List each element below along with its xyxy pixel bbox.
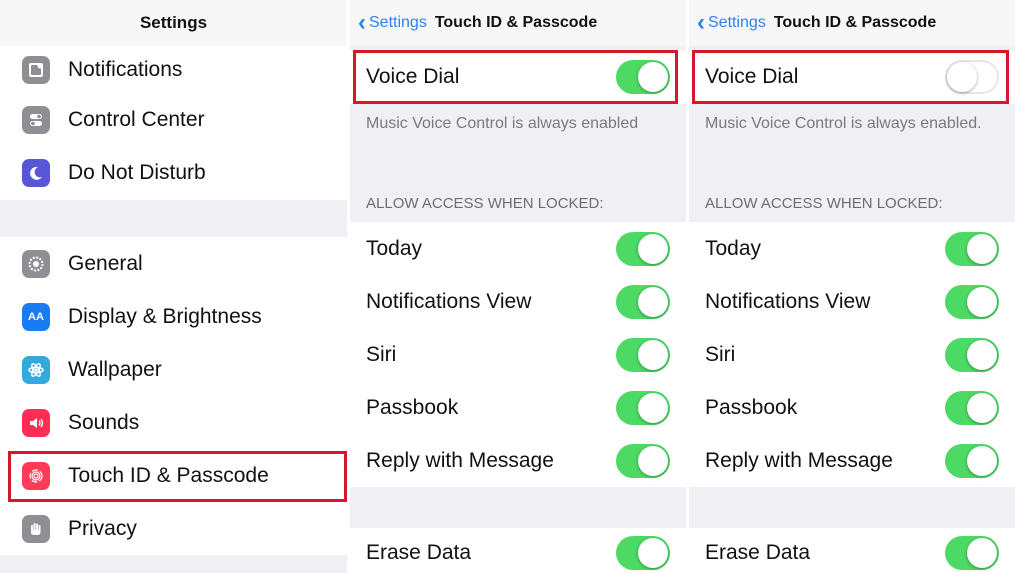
notifications-view-toggle[interactable] bbox=[945, 284, 999, 319]
chevron-left-icon: ‹ bbox=[358, 9, 366, 36]
toggle-knob bbox=[967, 538, 997, 568]
toggle-knob bbox=[967, 392, 997, 423]
notifications-view-toggle[interactable] bbox=[616, 284, 670, 319]
today-toggle[interactable] bbox=[616, 231, 670, 266]
locked-item-siri: Siri bbox=[689, 328, 1015, 381]
reply-with-message-toggle[interactable] bbox=[945, 443, 999, 478]
back-button[interactable]: ‹ Settings Touch ID & Passcode bbox=[358, 0, 597, 46]
section-header-locked: ALLOW ACCESS WHEN LOCKED: bbox=[366, 195, 604, 212]
locked-item-reply-with-message: Reply with Message bbox=[350, 434, 686, 487]
gear-icon bbox=[22, 249, 50, 278]
settings-item-do-not-disturb[interactable]: Do Not Disturb bbox=[0, 146, 347, 200]
speaker-icon bbox=[22, 408, 50, 437]
toggle-knob bbox=[638, 286, 668, 317]
settings-item-general[interactable]: General bbox=[0, 237, 347, 290]
settings-item-privacy[interactable]: Privacy bbox=[0, 502, 347, 555]
toggle-knob bbox=[967, 445, 997, 476]
settings-title: Settings bbox=[139, 13, 208, 32]
row-label: Siri bbox=[366, 342, 397, 366]
back-button[interactable]: ‹ Settings Touch ID & Passcode bbox=[697, 0, 936, 46]
erase-data-row: Erase Data bbox=[350, 528, 686, 573]
settings-item-label: Do Not Disturb bbox=[68, 161, 206, 184]
erase-data-toggle[interactable] bbox=[945, 536, 999, 570]
toggle-knob bbox=[638, 392, 668, 423]
today-toggle[interactable] bbox=[945, 231, 999, 266]
highlight-voice-dial bbox=[692, 50, 1009, 104]
highlight-touch-id bbox=[8, 451, 347, 502]
settings-item-label: Wallpaper bbox=[68, 357, 162, 381]
settings-panel: Settings Notifications Control Center Do… bbox=[0, 0, 347, 573]
row-label: Notifications View bbox=[366, 289, 532, 313]
moon-icon bbox=[22, 159, 50, 187]
locked-item-today: Today bbox=[350, 222, 686, 275]
row-label: Reply with Message bbox=[366, 448, 554, 472]
toggle-knob bbox=[638, 339, 668, 370]
locked-item-today: Today bbox=[689, 222, 1015, 275]
toggle-knob bbox=[638, 233, 668, 264]
locked-item-notifications-view: Notifications View bbox=[689, 275, 1015, 328]
settings-item-control-center[interactable]: Control Center bbox=[0, 94, 347, 146]
touch-id-panel-voice-dial-on: ‹ Settings Touch ID & Passcode Voice Dia… bbox=[350, 0, 686, 573]
toggle-knob bbox=[967, 233, 997, 264]
touch-id-navbar: ‹ Settings Touch ID & Passcode bbox=[689, 0, 1015, 46]
control-center-icon bbox=[22, 106, 50, 134]
siri-toggle[interactable] bbox=[945, 337, 999, 372]
touch-id-panel-voice-dial-off: ‹ Settings Touch ID & Passcode Voice Dia… bbox=[689, 0, 1015, 573]
row-label: Today bbox=[366, 236, 423, 260]
page-title: Touch ID & Passcode bbox=[773, 14, 937, 31]
settings-item-wallpaper[interactable]: Wallpaper bbox=[0, 343, 347, 396]
settings-item-label: Display & Brightness bbox=[68, 304, 262, 328]
display-brightness-icon: AA bbox=[22, 302, 50, 331]
settings-item-label: Notifications bbox=[68, 58, 183, 81]
settings-item-label: Privacy bbox=[68, 516, 137, 540]
row-label: Siri bbox=[705, 342, 736, 366]
section-header-locked: ALLOW ACCESS WHEN LOCKED: bbox=[705, 195, 943, 212]
settings-item-label: General bbox=[68, 251, 143, 275]
voice-dial-footnote: Music Voice Control is always enabled bbox=[366, 115, 639, 132]
touch-id-navbar: ‹ Settings Touch ID & Passcode bbox=[350, 0, 686, 46]
locked-item-passbook: Passbook bbox=[689, 381, 1015, 434]
back-label: Settings bbox=[369, 14, 427, 31]
toggle-knob bbox=[638, 445, 668, 476]
passbook-toggle[interactable] bbox=[616, 390, 670, 425]
notifications-icon bbox=[22, 56, 50, 84]
row-label: Today bbox=[705, 236, 762, 260]
settings-item-notifications[interactable]: Notifications bbox=[0, 46, 347, 94]
locked-item-siri: Siri bbox=[350, 328, 686, 381]
back-label: Settings bbox=[708, 14, 766, 31]
row-label: Notifications View bbox=[705, 289, 871, 313]
reply-with-message-toggle[interactable] bbox=[616, 443, 670, 478]
settings-item-sounds[interactable]: Sounds bbox=[0, 396, 347, 449]
locked-item-notifications-view: Notifications View bbox=[350, 275, 686, 328]
page-title: Touch ID & Passcode bbox=[434, 14, 598, 31]
toggle-knob bbox=[967, 286, 997, 317]
row-label: Erase Data bbox=[705, 541, 811, 564]
toggle-knob bbox=[967, 339, 997, 370]
settings-item-display-brightness[interactable]: AA Display & Brightness bbox=[0, 290, 347, 343]
erase-data-toggle[interactable] bbox=[616, 536, 670, 570]
locked-item-passbook: Passbook bbox=[350, 381, 686, 434]
row-label: Erase Data bbox=[366, 541, 472, 564]
erase-data-row: Erase Data bbox=[689, 528, 1015, 573]
passbook-toggle[interactable] bbox=[945, 390, 999, 425]
row-label: Passbook bbox=[366, 395, 459, 419]
wallpaper-icon bbox=[22, 355, 50, 384]
settings-item-label: Control Center bbox=[68, 108, 205, 131]
voice-dial-footnote: Music Voice Control is always enabled. bbox=[705, 115, 982, 132]
hand-icon bbox=[22, 514, 50, 543]
row-label: Reply with Message bbox=[705, 448, 893, 472]
settings-navbar: Settings bbox=[0, 0, 347, 46]
row-label: Passbook bbox=[705, 395, 798, 419]
locked-item-reply-with-message: Reply with Message bbox=[689, 434, 1015, 487]
toggle-knob bbox=[638, 538, 668, 568]
settings-item-label: Sounds bbox=[68, 410, 140, 434]
chevron-left-icon: ‹ bbox=[697, 9, 705, 36]
highlight-voice-dial bbox=[353, 50, 678, 104]
siri-toggle[interactable] bbox=[616, 337, 670, 372]
